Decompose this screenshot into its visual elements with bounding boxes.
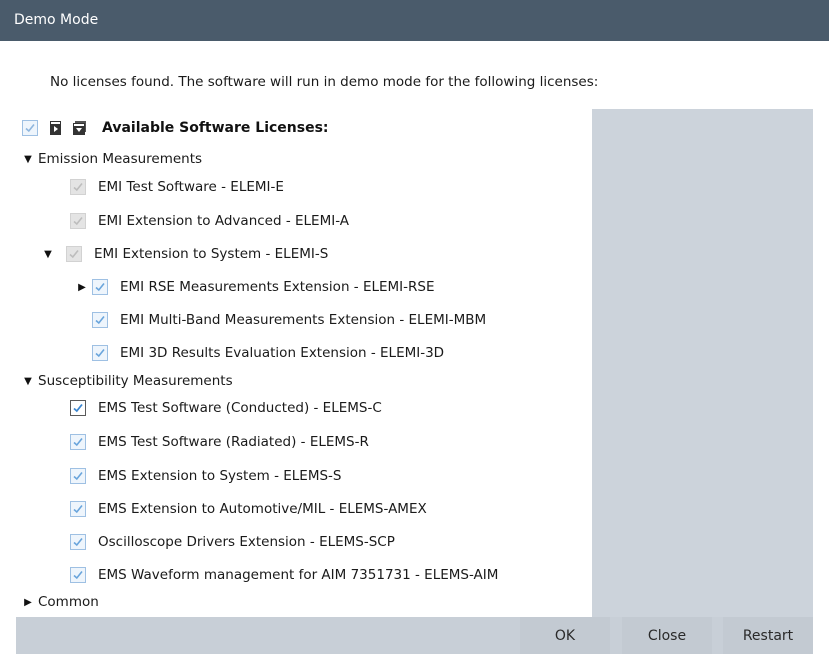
license-checkbox[interactable] (92, 279, 108, 295)
details-panel (592, 109, 813, 617)
info-message: No licenses found. The software will run… (50, 74, 599, 90)
tree-section-emission[interactable]: ▼ Emission Measurements (22, 148, 202, 170)
close-button[interactable]: Close (622, 617, 712, 654)
license-checkbox[interactable] (70, 534, 86, 550)
expanded-arrow-icon[interactable]: ▼ (22, 376, 34, 387)
license-checkbox[interactable] (92, 312, 108, 328)
restart-button[interactable]: Restart (723, 617, 813, 654)
license-item[interactable]: EMI Multi-Band Measurements Extension - … (92, 309, 486, 331)
license-item[interactable]: EMI Test Software - ELEMI-E (70, 176, 284, 198)
license-label: Oscilloscope Drivers Extension - ELEMS-S… (98, 534, 395, 550)
section-label: Susceptibility Measurements (38, 373, 233, 389)
license-checkbox[interactable] (92, 345, 108, 361)
license-item[interactable]: EMS Waveform management for AIM 7351731 … (70, 564, 498, 586)
license-item[interactable]: EMS Test Software (Conducted) - ELEMS-C (70, 397, 382, 419)
section-label: Common (38, 594, 99, 610)
expanded-arrow-icon[interactable]: ▼ (42, 249, 54, 260)
license-label: EMI Extension to Advanced - ELEMI-A (98, 213, 350, 229)
collapsed-arrow-icon[interactable]: ▶ (76, 282, 88, 293)
license-tree: Available Software Licenses: ▼ Emission … (16, 109, 592, 617)
demo-mode-dialog: Demo Mode No licenses found. The softwar… (0, 0, 829, 669)
license-item[interactable]: ▶ EMI RSE Measurements Extension - ELEMI… (76, 276, 435, 298)
collapsed-arrow-icon[interactable]: ▶ (22, 597, 34, 608)
license-checkbox[interactable] (66, 246, 82, 262)
license-label: EMI RSE Measurements Extension - ELEMI-R… (120, 279, 435, 295)
license-item[interactable]: EMI 3D Results Evaluation Extension - EL… (92, 342, 444, 364)
license-checkbox[interactable] (70, 468, 86, 484)
license-item[interactable]: EMS Extension to Automotive/MIL - ELEMS-… (70, 498, 427, 520)
window-title: Demo Mode (14, 12, 99, 28)
license-label: EMS Extension to System - ELEMS-S (98, 468, 342, 484)
license-label: EMS Test Software (Radiated) - ELEMS-R (98, 434, 369, 450)
license-label: EMI 3D Results Evaluation Extension - EL… (120, 345, 445, 361)
expanded-arrow-icon[interactable]: ▼ (22, 154, 34, 165)
tree-section-susceptibility[interactable]: ▼ Susceptibility Measurements (22, 370, 233, 392)
license-label: EMI Multi-Band Measurements Extension - … (120, 312, 487, 328)
tree-header: Available Software Licenses: (22, 118, 329, 138)
license-label: EMS Extension to Automotive/MIL - ELEMS-… (98, 501, 427, 517)
section-label: Emission Measurements (38, 151, 203, 167)
title-bar[interactable]: Demo Mode (0, 0, 829, 41)
license-label: EMI Extension to System - ELEMI-S (94, 246, 329, 262)
ok-button[interactable]: OK (520, 617, 610, 654)
tree-header-label: Available Software Licenses: (102, 120, 329, 136)
license-item[interactable]: EMS Test Software (Radiated) - ELEMS-R (70, 431, 369, 453)
collapse-all-icon[interactable] (72, 120, 88, 136)
license-checkbox[interactable] (70, 434, 86, 450)
license-checkbox[interactable] (70, 567, 86, 583)
license-checkbox[interactable] (70, 501, 86, 517)
license-checkbox[interactable] (70, 400, 86, 416)
license-item[interactable]: EMS Extension to System - ELEMS-S (70, 465, 341, 487)
license-label: EMS Test Software (Conducted) - ELEMS-C (98, 400, 382, 416)
license-item[interactable]: Oscilloscope Drivers Extension - ELEMS-S… (70, 531, 395, 553)
expand-all-icon[interactable] (48, 120, 64, 136)
license-item[interactable]: EMI Extension to Advanced - ELEMI-A (70, 210, 349, 232)
tree-section-common[interactable]: ▶ Common (22, 591, 99, 613)
license-label: EMS Waveform management for AIM 7351731 … (98, 567, 499, 583)
license-item[interactable]: ▼ EMI Extension to System - ELEMI-S (42, 243, 328, 265)
license-label: EMI Test Software - ELEMI-E (98, 179, 284, 195)
license-checkbox[interactable] (70, 213, 86, 229)
license-checkbox[interactable] (70, 179, 86, 195)
select-all-checkbox[interactable] (22, 120, 38, 136)
